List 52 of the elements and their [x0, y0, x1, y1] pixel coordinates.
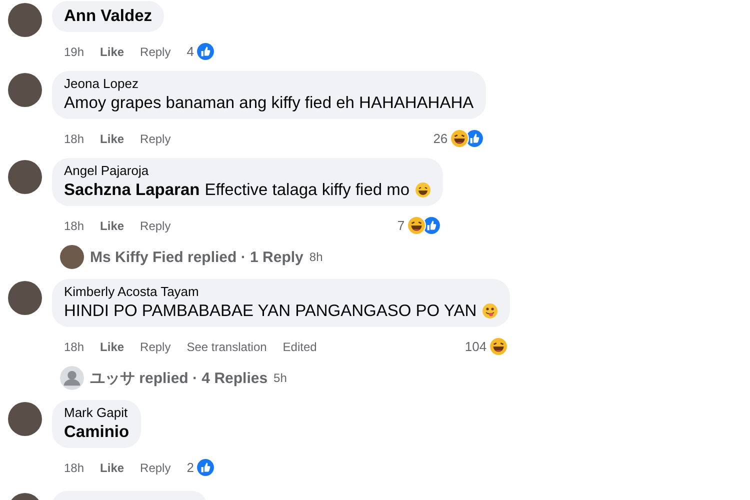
reply-time: 5h	[274, 371, 287, 385]
thumbs-up-reaction-icon	[464, 129, 484, 148]
tongue-emoji-icon	[482, 303, 498, 319]
avatar[interactable]	[8, 281, 42, 315]
avatar[interactable]	[8, 73, 42, 107]
reaction-count[interactable]: 7	[397, 218, 405, 233]
grinning-emoji-icon	[414, 182, 431, 198]
comment-author[interactable]: Mark Gapit	[64, 405, 130, 421]
action-link[interactable]: Like	[100, 132, 124, 146]
comment-text: HINDI PO PAMBABABAE YAN PANGANGASO PO YAN	[64, 301, 477, 321]
reaction-count[interactable]: 26	[433, 131, 448, 146]
thumbs-up-reaction-icon	[422, 216, 441, 235]
mention-link[interactable]: Sachzna Laparan	[64, 180, 200, 200]
comment-author[interactable]: Kimberly Acosta Tayam	[64, 284, 498, 300]
action-link[interactable]: See translation	[186, 340, 267, 354]
reaction-count[interactable]: 104	[464, 339, 487, 354]
action-link[interactable]: Reply	[140, 340, 171, 354]
view-replies-link[interactable]: Ms Kiffy Fied replied · 1 Reply	[90, 248, 304, 266]
reply-time: 8h	[309, 250, 323, 264]
action-link[interactable]: Reply	[140, 132, 171, 146]
thumbs-up-reaction-icon	[196, 42, 215, 61]
thumbs-up-reaction-icon	[196, 458, 215, 477]
avatar[interactable]	[8, 160, 42, 194]
action-link[interactable]: Like	[100, 340, 124, 354]
comment-time[interactable]: 18h	[64, 218, 84, 232]
comment-time[interactable]: 18h	[64, 460, 84, 474]
avatar[interactable]	[60, 245, 84, 269]
comment-time[interactable]: 18h	[64, 132, 84, 146]
avatar[interactable]	[8, 3, 42, 37]
reaction-count[interactable]: 2	[186, 460, 194, 475]
mention-link[interactable]: Caminio	[64, 422, 130, 442]
comment-author[interactable]: Jeona Lopez	[64, 76, 474, 92]
avatar[interactable]	[8, 402, 42, 436]
reaction-count[interactable]: 4	[186, 44, 194, 59]
laughing-reaction-icon	[488, 337, 508, 356]
comment-time[interactable]: 18h	[64, 340, 84, 354]
view-replies-link[interactable]: ユッサ replied · 4 Replies	[90, 368, 268, 388]
action-link[interactable]: Reply	[140, 218, 171, 232]
comment-author[interactable]: Angel Pajaroja	[64, 163, 431, 179]
mention-link[interactable]: Ann Valdez	[64, 6, 152, 26]
action-link[interactable]: Like	[100, 44, 124, 58]
action-link[interactable]: Reply	[140, 44, 171, 58]
laughing-reaction-icon	[406, 216, 426, 235]
action-link[interactable]: Like	[100, 218, 124, 232]
comment-text: Amoy grapes banaman ang kiffy fied eh HAHAHAHAHA	[64, 93, 474, 113]
action-link[interactable]: Edited	[282, 340, 317, 354]
default-avatar-icon[interactable]	[60, 366, 84, 390]
action-link[interactable]: Reply	[140, 460, 171, 474]
comment-time[interactable]: 19h	[64, 44, 84, 58]
action-link[interactable]: Like	[100, 460, 124, 474]
laughing-reaction-icon	[450, 129, 469, 148]
comment-text: Effective talaga kiffy fied mo	[204, 180, 410, 200]
